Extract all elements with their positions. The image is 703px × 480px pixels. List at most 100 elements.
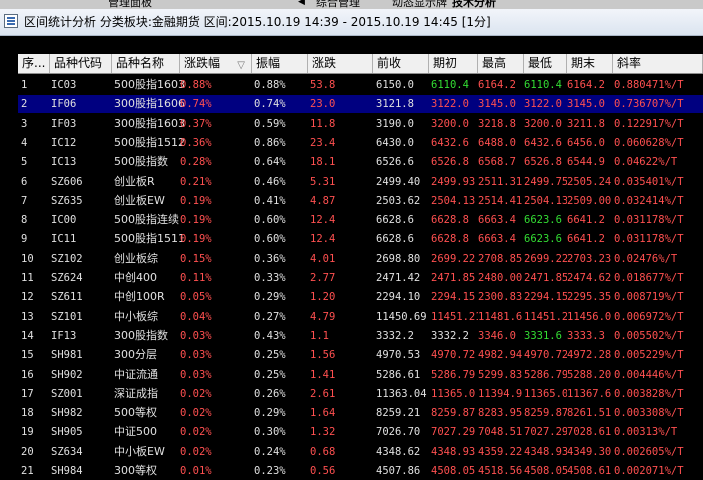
cell-prev-close: 6150.0 bbox=[376, 79, 414, 91]
header-col-index[interactable]: 序... bbox=[18, 54, 50, 73]
table-row[interactable]: 1 IC03 500股指1603 0.88% 0.88% 53.8 6150.0 6110.4… bbox=[18, 76, 703, 94]
header-col-prev-close[interactable]: 前收 bbox=[373, 54, 429, 73]
cell-index: 17 bbox=[21, 387, 34, 400]
table-row[interactable]: 19 SH905 中证500 0.02% 0.30% 1.32 7026.70 7027.29… bbox=[18, 423, 703, 441]
cell-name: 深证成指 bbox=[114, 386, 158, 400]
table-row[interactable]: 14 IF13 300股指数 0.03% 0.43% 1.1 3332.2 3332.2 334… bbox=[18, 327, 703, 345]
cell-amplitude: 0.64% bbox=[254, 156, 286, 169]
window-titlebar[interactable]: 区间统计分析 分类板块:金融期货 区间:2015.10.19 14:39 - 2… bbox=[0, 9, 703, 36]
cell-index: 13 bbox=[21, 310, 34, 323]
table-row[interactable]: 2 IF06 300股指1606 0.74% 0.74% 23.0 3121.8 3122.0… bbox=[18, 95, 703, 114]
cell-index: 21 bbox=[21, 465, 34, 477]
cell-close: 4508.61 bbox=[567, 465, 612, 477]
cell-close: 2505.24 bbox=[567, 175, 612, 188]
table-row[interactable]: 11 SZ624 中创400 0.11% 0.33% 2.77 2471.42 2471.85… bbox=[18, 269, 703, 287]
cell-index: 20 bbox=[21, 445, 34, 458]
tab-dynamic-board[interactable]: 动态显示牌 bbox=[392, 0, 447, 9]
table-row[interactable]: 20 SZ634 中小板EW 0.02% 0.24% 0.68 4348.62 4348.93… bbox=[18, 443, 703, 461]
header-col-amplitude[interactable]: 振幅 bbox=[252, 54, 308, 73]
table-row[interactable]: 4 IC12 500股指1512 0.36% 0.86% 23.4 6430.0 6432.6… bbox=[18, 134, 703, 152]
header-col-name[interactable]: 品种名称 bbox=[112, 54, 180, 73]
tab-admin-panel[interactable]: 管理面板 bbox=[108, 0, 152, 9]
cell-change-pct: 0.03% bbox=[180, 349, 212, 362]
sort-descending-icon[interactable]: ▽ bbox=[237, 56, 245, 73]
cell-code: SZ634 bbox=[51, 445, 83, 458]
table-row[interactable]: 16 SH902 中证流通 0.03% 0.25% 1.41 5286.61 5286.79 5… bbox=[18, 366, 703, 384]
cell-prev-close: 4348.62 bbox=[376, 445, 421, 458]
header-col-change[interactable]: 涨跌 bbox=[308, 54, 373, 73]
table-row[interactable]: 17 SZ001 深证成指 0.02% 0.26% 2.61 11363.04 11365.0… bbox=[18, 385, 703, 403]
table-row[interactable]: 9 IC11 500股指1511 0.19% 0.60% 12.4 6628.6 6628.8… bbox=[18, 230, 703, 248]
cell-amplitude: 0.46% bbox=[254, 175, 286, 188]
header-label: 涨跌幅 bbox=[184, 56, 221, 70]
table-row[interactable]: 13 SZ101 中小板综 0.04% 0.27% 4.79 11450.69 11451.2… bbox=[18, 308, 703, 326]
table-row[interactable]: 21 SH984 300等权 0.01% 0.23% 0.56 4507.86 4508.05… bbox=[18, 462, 703, 480]
header-col-code[interactable]: 品种代码 bbox=[50, 54, 112, 73]
cell-slope: 0.736707%/T bbox=[614, 98, 684, 111]
header-label: 品种名称 bbox=[116, 56, 165, 70]
cell-open: 2294.15 bbox=[431, 291, 476, 304]
cell-close: 3145.0 bbox=[567, 98, 605, 111]
cell-high: 2480.00 bbox=[478, 272, 523, 284]
cell-low: 6432.6 bbox=[524, 136, 562, 149]
cell-change-pct: 0.28% bbox=[180, 156, 212, 169]
cell-index: 19 bbox=[21, 426, 34, 439]
cell-code: IC13 bbox=[51, 156, 77, 169]
cell-change: 4.87 bbox=[310, 194, 336, 207]
cell-index: 1 bbox=[21, 79, 28, 91]
table-row[interactable]: 7 SZ635 创业板EW 0.19% 0.41% 4.87 2503.62 2504.13 2… bbox=[18, 192, 703, 210]
cell-high: 11394.9 bbox=[478, 387, 523, 400]
cell-change-pct: 0.01% bbox=[180, 465, 212, 477]
header-col-change-pct[interactable]: 涨跌幅 ▽ bbox=[180, 54, 252, 73]
table-row[interactable]: 18 SH982 500等权 0.02% 0.29% 1.64 8259.21 8259.87… bbox=[18, 404, 703, 422]
header-label: 斜率 bbox=[617, 56, 642, 70]
cell-close: 3211.8 bbox=[567, 117, 605, 130]
cell-name: 中证流通 bbox=[114, 367, 158, 381]
table-row[interactable]: 6 SZ606 创业板R 0.21% 0.46% 5.31 2499.40 2499.93 25… bbox=[18, 173, 703, 191]
cell-close: 2703.23 bbox=[567, 252, 612, 265]
cell-change-pct: 0.02% bbox=[180, 407, 212, 420]
cell-high: 6568.7 bbox=[478, 156, 516, 169]
cell-low: 7027.29 bbox=[524, 426, 567, 439]
header-col-slope[interactable]: 斜率 bbox=[613, 54, 703, 73]
table-row[interactable]: 8 IC00 500股指连续 0.19% 0.60% 12.4 6628.6 6628.8 66… bbox=[18, 211, 703, 229]
header-col-open[interactable]: 期初 bbox=[429, 54, 478, 73]
cell-change-pct: 0.37% bbox=[180, 117, 212, 130]
cell-code: IF13 bbox=[51, 329, 77, 342]
cell-amplitude: 0.25% bbox=[254, 368, 286, 381]
cell-close: 8261.51 bbox=[567, 407, 612, 420]
cell-change: 5.31 bbox=[310, 175, 336, 188]
cell-code: SH981 bbox=[51, 349, 83, 362]
table-row[interactable]: 5 IC13 500股指数 0.28% 0.64% 18.1 6526.6 6526.8 656… bbox=[18, 153, 703, 171]
cell-high: 3218.8 bbox=[478, 117, 516, 130]
cell-close: 2295.35 bbox=[567, 291, 612, 304]
cell-close: 6641.2 bbox=[567, 214, 605, 227]
cell-change-pct: 0.19% bbox=[180, 194, 212, 207]
cell-close: 7028.61 bbox=[567, 426, 612, 439]
tab-scroll-left-icon[interactable]: ◀ bbox=[298, 0, 310, 9]
table-row[interactable]: 10 SZ102 创业板综 0.15% 0.36% 4.01 2698.80 2699.22 2… bbox=[18, 250, 703, 268]
cell-low: 2294.15 bbox=[524, 291, 567, 304]
cell-index: 14 bbox=[21, 329, 34, 342]
header-label: 前收 bbox=[377, 56, 402, 70]
cell-low: 5286.79 bbox=[524, 368, 567, 381]
cell-amplitude: 0.26% bbox=[254, 387, 286, 400]
header-col-close[interactable]: 期末 bbox=[567, 54, 613, 73]
cell-open: 6432.6 bbox=[431, 136, 469, 149]
cell-slope: 0.004446%/T bbox=[614, 368, 684, 381]
cell-slope: 0.032414%/T bbox=[614, 194, 684, 207]
cell-change: 1.64 bbox=[310, 407, 336, 420]
tab-general-management[interactable]: 综合管理 bbox=[316, 0, 360, 9]
table-row[interactable]: 15 SH981 300分层 0.03% 0.25% 1.56 4970.53 4970.72… bbox=[18, 346, 703, 364]
cell-change-pct: 0.74% bbox=[180, 98, 212, 111]
cell-prev-close: 4970.53 bbox=[376, 349, 421, 362]
table-row[interactable]: 12 SZ611 中创100R 0.05% 0.29% 1.20 2294.10 2294.1… bbox=[18, 288, 703, 306]
cell-index: 11 bbox=[21, 272, 34, 284]
table-row[interactable]: 3 IF03 300股指1603 0.37% 0.59% 11.8 3190.0 3200.0… bbox=[18, 115, 703, 133]
cell-open: 3200.0 bbox=[431, 117, 469, 130]
header-col-high[interactable]: 最高 bbox=[478, 54, 524, 73]
header-col-low[interactable]: 最低 bbox=[524, 54, 567, 73]
cell-index: 10 bbox=[21, 252, 34, 265]
window-title: 区间统计分析 分类板块:金融期货 区间:2015.10.19 14:39 - 2… bbox=[24, 15, 491, 29]
tab-technical-analysis[interactable]: 技术分析 bbox=[452, 0, 496, 9]
